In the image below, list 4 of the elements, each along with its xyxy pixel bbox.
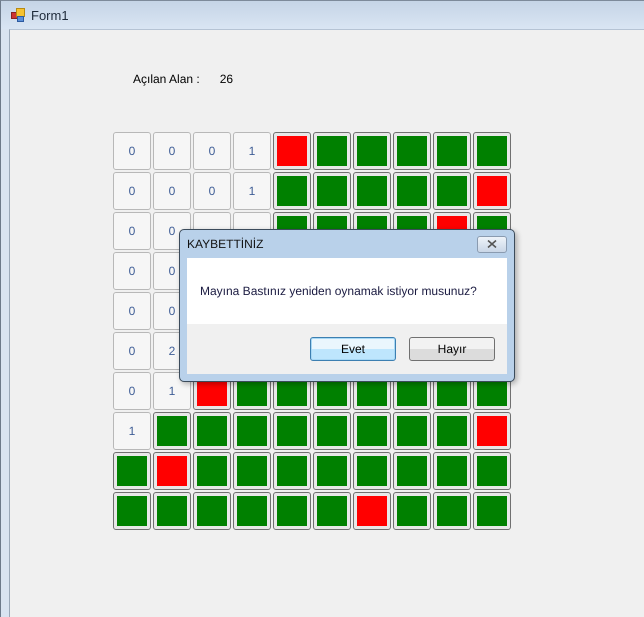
opened-area-label: Açılan Alan : bbox=[133, 72, 200, 86]
opened-area-value: 26 bbox=[220, 72, 234, 86]
dialog-message: Mayına Bastınız yeniden oynamak istiyor musunuz? bbox=[200, 284, 477, 298]
window-title: Form1 bbox=[31, 8, 69, 22]
